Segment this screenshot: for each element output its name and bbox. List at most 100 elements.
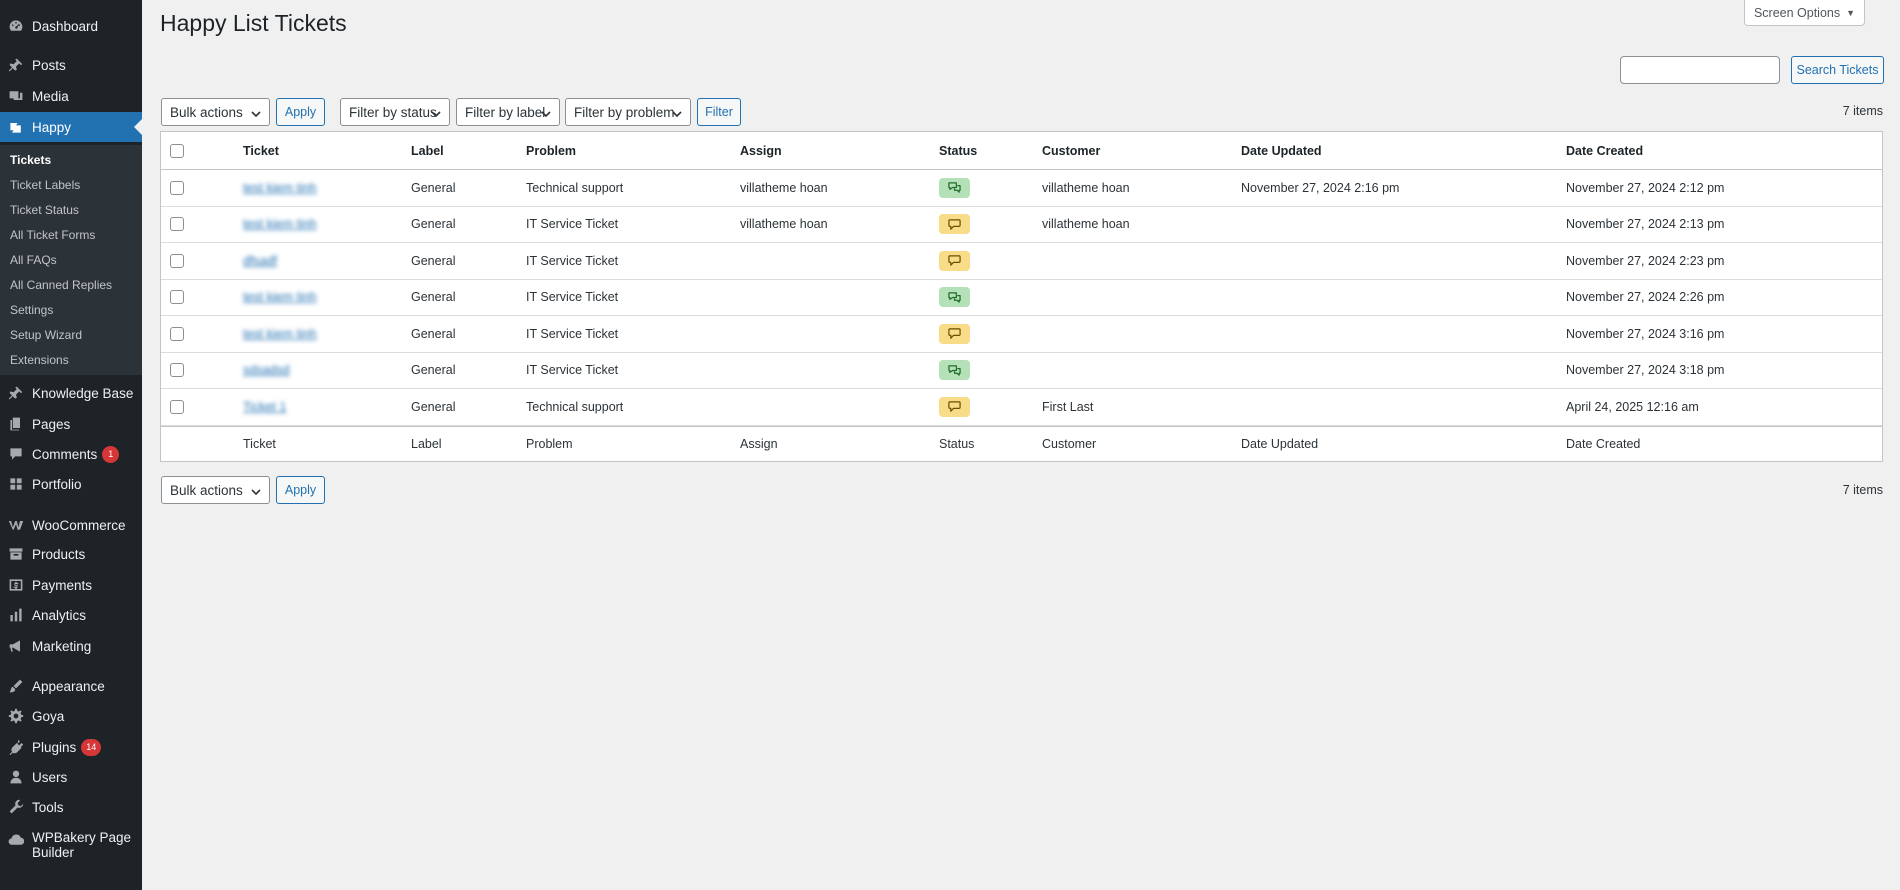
filter-button[interactable]: Filter (697, 98, 741, 126)
ticket-link-text[interactable]: dfsadf (243, 254, 277, 268)
sidebar-item-media[interactable]: Media (0, 81, 142, 111)
apply-button-bottom[interactable]: Apply (276, 476, 325, 504)
plugins-update-badge: 14 (81, 738, 102, 756)
sidebar-item-label: WooCommerce (32, 517, 126, 533)
row-checkbox[interactable] (170, 217, 184, 232)
column-footer-date-updated[interactable]: Date Updated (1241, 427, 1318, 461)
wrench-icon (7, 798, 25, 816)
ticket-link-text[interactable]: test kiem tinh (243, 327, 317, 341)
row-checkbox-cell[interactable] (170, 389, 184, 425)
assign-cell: villatheme hoan (740, 217, 828, 232)
submenu-item-tickets[interactable]: Tickets (10, 152, 51, 168)
row-checkbox[interactable] (170, 290, 184, 305)
column-footer-label[interactable]: Label (411, 427, 442, 461)
sidebar-item-posts[interactable]: Posts (0, 50, 142, 80)
sidebar-item-woocommerce[interactable]: WooCommerce (0, 510, 142, 540)
filter-label-select[interactable]: Filter by label (456, 98, 560, 126)
woocommerce-icon (7, 516, 25, 534)
sidebar-item-comments[interactable]: Comments 1 (0, 439, 142, 469)
submenu-item-all-canned-replies[interactable]: All Canned Replies (10, 277, 112, 293)
column-footer-problem[interactable]: Problem (526, 427, 573, 461)
sidebar-item-goya[interactable]: Goya (0, 701, 142, 731)
ticket-title-link[interactable]: Ticket 1 (243, 389, 286, 425)
ticket-link-text[interactable]: test kiem tinh (243, 217, 317, 231)
submenu-item-extensions[interactable]: Extensions (10, 352, 69, 368)
row-checkbox[interactable] (170, 253, 184, 268)
sidebar-item-pages[interactable]: Pages (0, 409, 142, 439)
sidebar-item-portfolio[interactable]: Portfolio (0, 469, 142, 499)
submenu-item-all-faqs[interactable]: All FAQs (10, 252, 57, 268)
sidebar-item-payments[interactable]: Payments (0, 570, 142, 600)
row-checkbox-cell[interactable] (170, 243, 184, 279)
sidebar-item-knowledge-base[interactable]: Knowledge Base (0, 378, 142, 408)
search-tickets-button[interactable]: Search Tickets (1791, 56, 1884, 84)
ticket-title-link[interactable]: test kiem tinh (243, 280, 317, 316)
row-checkbox-cell[interactable] (170, 170, 184, 206)
filter-problem-select[interactable]: Filter by problem (565, 98, 691, 126)
bulk-actions-select[interactable]: Bulk actions (161, 98, 270, 126)
sidebar-item-plugins[interactable]: Plugins 14 (0, 732, 142, 762)
column-header-date-updated[interactable]: Date Updated (1241, 132, 1322, 169)
ticket-link-text[interactable]: Ticket 1 (243, 400, 286, 414)
ticket-link-text[interactable]: test kiem tinh (243, 290, 317, 304)
column-header-date-created[interactable]: Date Created (1566, 132, 1643, 169)
table-body: test kiem tinh General Technical support vi… (161, 170, 1882, 426)
column-footer-assign[interactable]: Assign (740, 427, 778, 461)
ticket-title-link[interactable]: test kiem tinh (243, 316, 317, 352)
row-checkbox-cell[interactable] (170, 353, 184, 389)
date-created-cell: November 27, 2024 2:12 pm (1566, 180, 1725, 195)
submenu-item-setup-wizard[interactable]: Setup Wizard (10, 327, 82, 343)
column-footer-ticket[interactable]: Ticket (243, 427, 276, 461)
filter-problem-value: Filter by problem (574, 104, 675, 120)
comment-icon (7, 445, 25, 463)
column-footer-date-created[interactable]: Date Created (1566, 427, 1640, 461)
select-all-checkbox[interactable] (170, 143, 184, 158)
sidebar-item-happy[interactable]: Happy (0, 112, 142, 142)
row-checkbox-cell[interactable] (170, 207, 184, 243)
column-footer-status[interactable]: Status (939, 427, 974, 461)
sidebar-item-users[interactable]: Users (0, 762, 142, 792)
ticket-title-link[interactable]: dfsadf (243, 243, 277, 279)
bulk-actions-select-bottom[interactable]: Bulk actions (161, 476, 270, 504)
problem-cell: IT Service Ticket (526, 253, 619, 268)
row-checkbox-cell[interactable] (170, 316, 184, 352)
sidebar-item-analytics[interactable]: Analytics (0, 600, 142, 630)
apply-button[interactable]: Apply (276, 98, 325, 126)
column-header-problem[interactable]: Problem (526, 132, 576, 169)
ticket-link-text[interactable]: sdsadsd (243, 363, 290, 377)
label-cell: General (411, 399, 456, 414)
sidebar-item-appearance[interactable]: Appearance (0, 671, 142, 701)
customer-cell: villatheme hoan (1042, 217, 1130, 232)
ticket-title-link[interactable]: test kiem tinh (243, 170, 317, 206)
sidebar-item-tools[interactable]: Tools (0, 792, 142, 822)
ticket-link-text[interactable]: test kiem tinh (243, 181, 317, 195)
column-header-customer[interactable]: Customer (1042, 132, 1100, 169)
sidebar-item-wpbakery[interactable]: WPBakery Page Builder (0, 830, 142, 866)
archive-icon (7, 545, 25, 563)
row-checkbox[interactable] (170, 399, 184, 414)
submenu-item-all-ticket-forms[interactable]: All Ticket Forms (10, 227, 95, 243)
column-header-assign[interactable]: Assign (740, 132, 782, 169)
row-checkbox[interactable] (170, 180, 184, 195)
sidebar-item-marketing[interactable]: Marketing (0, 631, 142, 661)
sidebar-item-dashboard[interactable]: Dashboard (0, 11, 142, 41)
filter-status-select[interactable]: Filter by status (340, 98, 450, 126)
ticket-title-link[interactable]: sdsadsd (243, 353, 290, 389)
screen-options-button[interactable]: Screen Options ▼ (1744, 0, 1865, 26)
row-checkbox-cell[interactable] (170, 280, 184, 316)
column-header-ticket[interactable]: Ticket (243, 132, 279, 169)
sidebar-item-label: Portfolio (32, 476, 82, 492)
row-checkbox[interactable] (170, 326, 184, 341)
sidebar-item-products[interactable]: Products (0, 539, 142, 569)
submenu-item-ticket-labels[interactable]: Ticket Labels (10, 177, 80, 193)
conversation-icon (947, 181, 962, 194)
column-footer-customer[interactable]: Customer (1042, 427, 1096, 461)
row-checkbox[interactable] (170, 363, 184, 378)
submenu-item-settings[interactable]: Settings (10, 302, 53, 318)
submenu-item-ticket-status[interactable]: Ticket Status (10, 202, 79, 218)
column-header-label[interactable]: Label (411, 132, 444, 169)
search-input[interactable] (1620, 56, 1780, 84)
select-all-checkbox-cell[interactable] (170, 132, 184, 169)
ticket-title-link[interactable]: test kiem tinh (243, 207, 317, 243)
column-header-status[interactable]: Status (939, 132, 977, 169)
